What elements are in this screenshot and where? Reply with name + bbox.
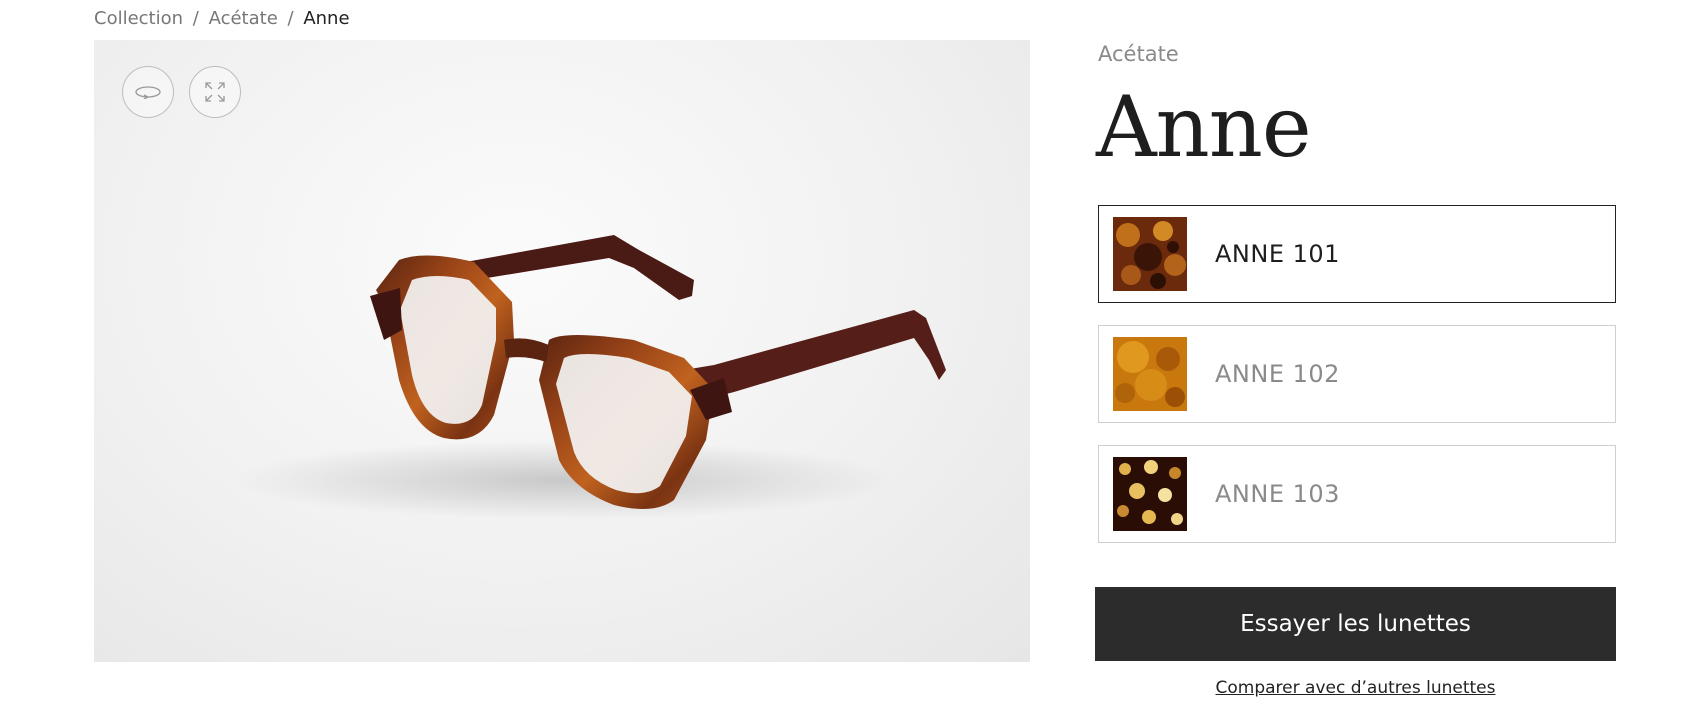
product-material: Acétate [1098,42,1179,66]
variant-option-anne-103[interactable]: ANNE 103 [1098,445,1616,543]
fullscreen-button[interactable] [189,66,241,118]
variant-option-anne-102[interactable]: ANNE 102 [1098,325,1616,423]
breadcrumb-current: Anne [303,8,350,29]
product-image-viewer[interactable] [94,40,1030,662]
breadcrumb-separator: / [287,8,294,29]
breadcrumb-acetate[interactable]: Acétate [209,8,278,29]
rotate-360-icon [135,86,161,99]
breadcrumb: Collection / Acétate / Anne [94,8,350,29]
variant-label: ANNE 103 [1215,480,1340,508]
rotate-360-button[interactable] [122,66,174,118]
breadcrumb-collection[interactable]: Collection [94,8,183,29]
swatch-dark-tortoise [1113,217,1187,291]
variant-label: ANNE 101 [1215,240,1340,268]
breadcrumb-separator: / [192,8,199,29]
swatch-spotted-tortoise [1113,457,1187,531]
try-on-button[interactable]: Essayer les lunettes [1095,587,1616,661]
swatch-honey-tortoise [1113,337,1187,411]
compare-link[interactable]: Comparer avec d’autres lunettes [1095,678,1616,698]
variant-option-anne-101[interactable]: ANNE 101 [1098,205,1616,303]
product-title: Anne [1096,78,1312,176]
variant-label: ANNE 102 [1215,360,1340,388]
product-image [234,235,946,520]
expand-icon [205,82,225,102]
